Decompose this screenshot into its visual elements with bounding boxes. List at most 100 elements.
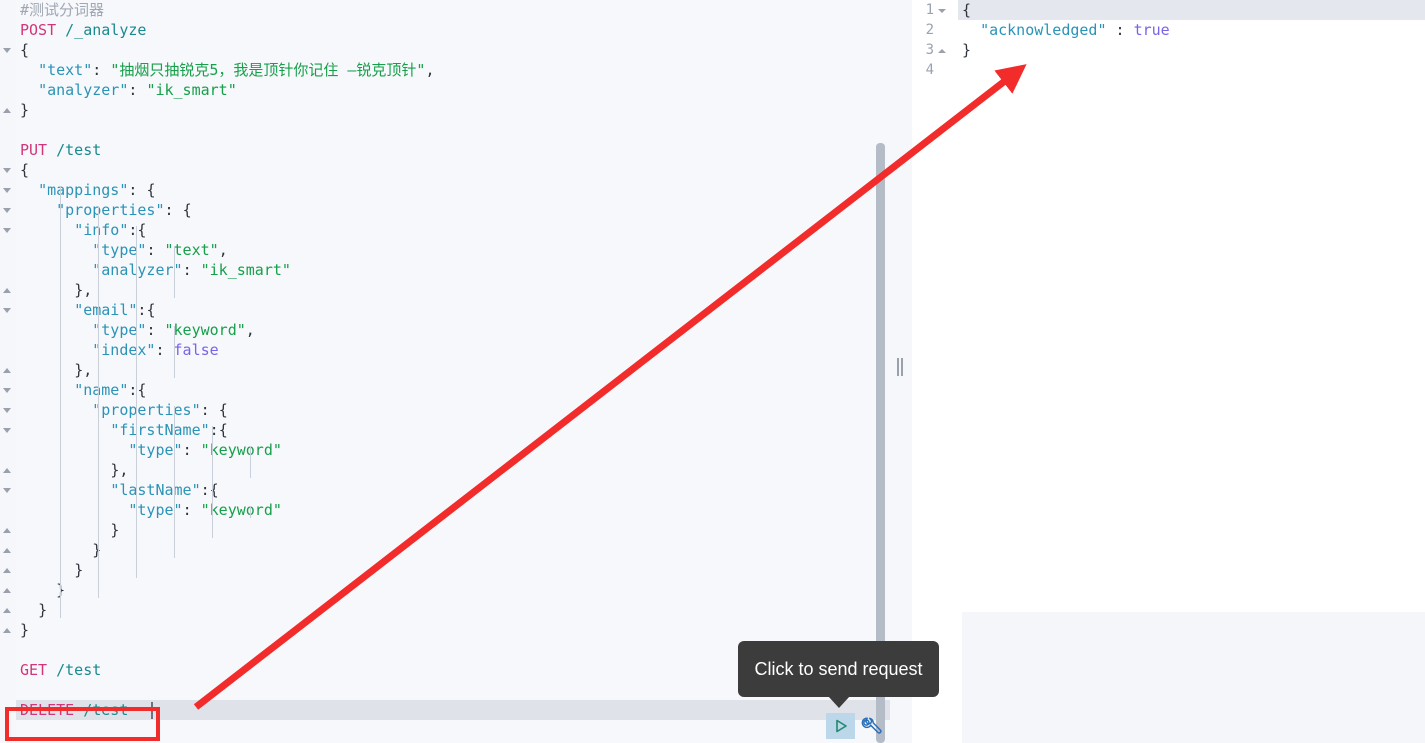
fold-expand-icon[interactable] — [1, 100, 14, 120]
code-line[interactable]: } — [20, 620, 29, 640]
fold-expand-icon[interactable] — [1, 620, 14, 640]
fold-expand-icon[interactable] — [1, 600, 14, 620]
code-line[interactable]: } — [20, 100, 29, 120]
code-line[interactable]: "type": "text", — [20, 240, 228, 260]
pane-splitter[interactable] — [890, 0, 913, 743]
fold-collapse-icon[interactable] — [1, 480, 14, 500]
token-brace: }, — [110, 461, 128, 479]
indent-guide — [174, 246, 175, 298]
code-line[interactable]: } — [20, 580, 65, 600]
fold-collapse-icon[interactable] — [1, 300, 14, 320]
token-brace: { — [183, 201, 192, 219]
fold-collapse-icon[interactable] — [1, 40, 14, 60]
token-brace: } — [110, 521, 119, 539]
code-line[interactable]: DELETE /test — [20, 700, 128, 720]
response-code-line[interactable]: { — [962, 0, 971, 20]
token-punc: : — [210, 421, 219, 439]
token-punc: , — [425, 61, 434, 79]
response-code-line[interactable]: } — [962, 40, 971, 60]
wrench-button[interactable] — [859, 715, 883, 739]
response-line-number: 2 — [926, 20, 934, 40]
fold-collapse-icon[interactable] — [1, 220, 14, 240]
fold-collapse-icon[interactable] — [1, 380, 14, 400]
token-key: "properties" — [56, 201, 164, 219]
fold-collapse-icon[interactable] — [1, 160, 14, 180]
code-line[interactable]: } — [20, 560, 83, 580]
code-line[interactable]: "firstName":{ — [20, 420, 228, 440]
token-punc: , — [219, 241, 228, 259]
code-line[interactable]: "name":{ — [20, 380, 146, 400]
indent-guide — [174, 326, 175, 378]
token-str: "keyword" — [165, 321, 246, 339]
response-fold-expand-icon[interactable] — [938, 40, 948, 60]
code-line[interactable]: "text": "抽烟只抽锐克5，我是顶针你记住 —锐克顶针", — [20, 60, 435, 80]
code-line[interactable]: PUT /test — [20, 140, 101, 160]
code-line[interactable]: "mappings": { — [20, 180, 155, 200]
token-plain — [20, 521, 110, 539]
fold-expand-icon[interactable] — [1, 460, 14, 480]
token-brace: { — [20, 41, 29, 59]
token-plain — [47, 141, 56, 159]
token-plain — [20, 461, 110, 479]
token-bool: true — [1134, 21, 1170, 39]
fold-collapse-icon[interactable] — [1, 420, 14, 440]
token-punc: : — [183, 501, 201, 519]
editor-text-surface[interactable]: #测试分词器POST /_analyze{ "text": "抽烟只抽锐克5，我… — [16, 0, 895, 743]
code-line[interactable]: GET /test — [20, 660, 101, 680]
code-line[interactable]: "analyzer": "ik_smart" — [20, 80, 237, 100]
token-punc: : — [201, 401, 219, 419]
token-plain — [20, 441, 128, 459]
code-line[interactable]: { — [20, 40, 29, 60]
response-code-line[interactable]: "acknowledged" : true — [962, 20, 1170, 40]
fold-expand-icon[interactable] — [1, 580, 14, 600]
vertical-grip-icon[interactable] — [897, 358, 905, 376]
token-plain — [20, 261, 92, 279]
token-key: "name" — [74, 381, 128, 399]
response-editor-body[interactable] — [962, 0, 1425, 612]
code-line[interactable]: "properties": { — [20, 400, 228, 420]
code-line[interactable]: } — [20, 520, 119, 540]
fold-expand-icon[interactable] — [1, 520, 14, 540]
code-line[interactable]: "index": false — [20, 340, 219, 360]
code-line[interactable]: "type": "keyword", — [20, 320, 255, 340]
code-line[interactable]: #测试分词器 — [20, 0, 104, 20]
token-plain — [20, 421, 110, 439]
token-brace: { — [219, 401, 228, 419]
code-line[interactable]: }, — [20, 280, 92, 300]
request-console-editor[interactable]: #测试分词器POST /_analyze{ "text": "抽烟只抽锐克5，我… — [0, 0, 895, 743]
fold-expand-icon[interactable] — [1, 280, 14, 300]
fold-collapse-icon[interactable] — [1, 200, 14, 220]
token-plain — [20, 281, 74, 299]
token-bool: false — [174, 341, 219, 359]
token-punc: : — [183, 441, 201, 459]
code-line[interactable]: "properties": { — [20, 200, 192, 220]
token-key: "acknowledged" — [980, 21, 1106, 39]
indent-guide — [174, 406, 175, 558]
token-brace: { — [146, 301, 155, 319]
fold-expand-icon[interactable] — [1, 560, 14, 580]
token-plain — [20, 81, 38, 99]
request-action-buttons[interactable] — [826, 713, 886, 741]
send-request-button[interactable] — [826, 713, 855, 739]
code-fold-gutter[interactable] — [0, 0, 16, 743]
token-brace: } — [20, 621, 29, 639]
token-plain — [20, 581, 56, 599]
code-line[interactable]: POST /_analyze — [20, 20, 146, 40]
active-line-highlight — [16, 700, 895, 720]
token-key: "info" — [74, 221, 128, 239]
token-brace: { — [137, 381, 146, 399]
code-line[interactable]: }, — [20, 460, 128, 480]
code-line[interactable]: "info":{ — [20, 220, 146, 240]
fold-collapse-icon[interactable] — [1, 180, 14, 200]
code-line[interactable]: } — [20, 600, 47, 620]
fold-expand-icon[interactable] — [1, 360, 14, 380]
code-line[interactable]: }, — [20, 360, 92, 380]
fold-expand-icon[interactable] — [1, 540, 14, 560]
token-punc: : — [92, 61, 110, 79]
code-line[interactable]: "lastName":{ — [20, 480, 219, 500]
token-url: /test — [83, 701, 128, 719]
response-fold-collapse-icon[interactable] — [938, 0, 948, 20]
fold-collapse-icon[interactable] — [1, 400, 14, 420]
code-line[interactable]: { — [20, 160, 29, 180]
text-caret — [151, 702, 153, 719]
